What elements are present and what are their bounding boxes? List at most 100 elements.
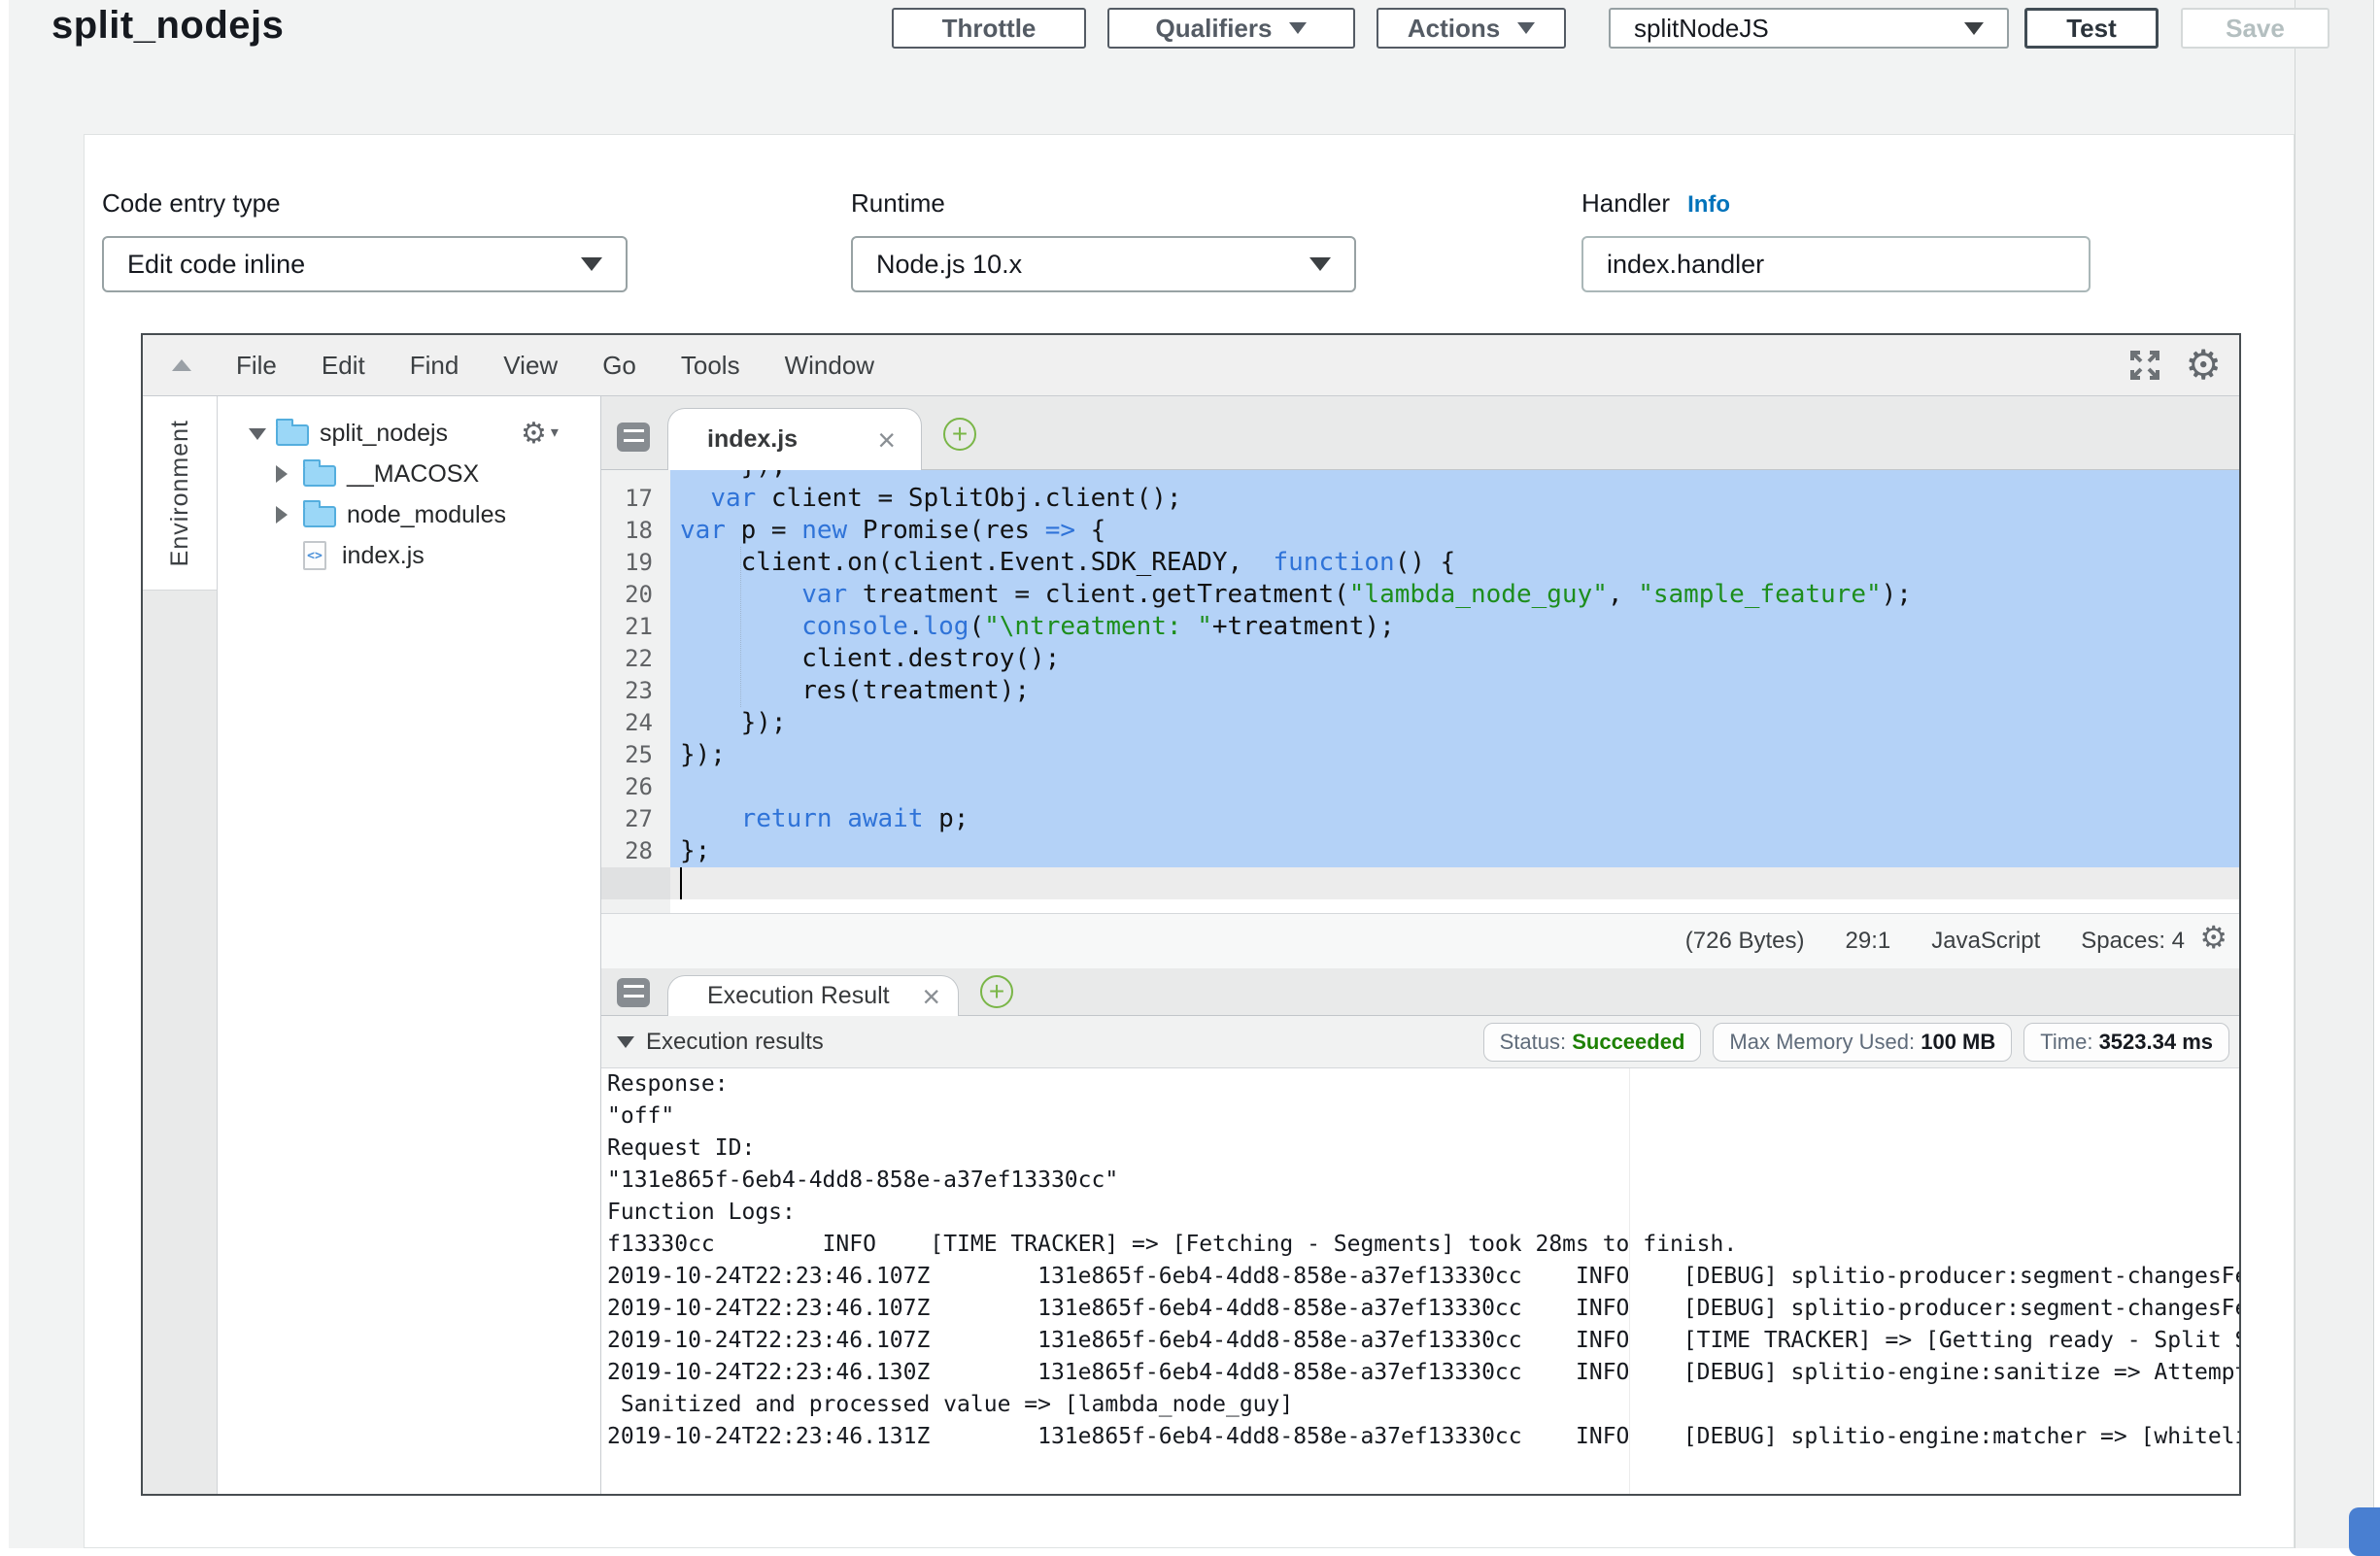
close-icon[interactable]: × xyxy=(877,424,896,456)
menu-item-find[interactable]: Find xyxy=(410,351,459,381)
editor-tab-bar: index.js × + xyxy=(601,396,2239,470)
test-event-selected-value: splitNodeJS xyxy=(1634,14,1769,44)
active-line-highlight xyxy=(670,867,2239,899)
tab-list-icon[interactable] xyxy=(617,978,650,1007)
log-line: Response: xyxy=(601,1068,2239,1100)
triangle-down-icon xyxy=(617,1036,634,1048)
execution-log-output: Response:"off"Request ID:"131e865f-6eb4-… xyxy=(601,1068,2239,1494)
menu-item-file[interactable]: File xyxy=(236,351,277,381)
js-file-icon: <> xyxy=(303,541,326,570)
chevron-down-icon xyxy=(1289,22,1307,34)
line-number: 20 xyxy=(625,579,653,611)
page-scrollbar[interactable] xyxy=(2295,0,2374,1548)
line-number: 23 xyxy=(625,675,653,707)
handler-input[interactable]: index.handler xyxy=(1581,236,2091,292)
menu-item-edit[interactable]: Edit xyxy=(322,351,365,381)
actions-dropdown-button[interactable]: Actions xyxy=(1377,8,1566,49)
caret-down-icon[interactable] xyxy=(249,428,266,440)
page-title: split_nodejs xyxy=(51,4,284,48)
tree-item-split-nodejs[interactable]: split_nodejs⚙▾ xyxy=(218,413,600,454)
code-entry-type-select[interactable]: Edit code inline xyxy=(102,236,628,292)
execution-results-toggle[interactable]: Execution results xyxy=(617,1029,824,1056)
log-line: 2019-10-24T22:23:46.130Z 131e865f-6eb4-4… xyxy=(601,1357,2239,1389)
editor-settings-gear-icon[interactable]: ⚙ xyxy=(2185,345,2222,386)
editor-main-pane: index.js × + 17181920212223242526272829 … xyxy=(601,396,2239,1494)
code-line: client.on(client.Event.SDK_READY, functi… xyxy=(680,547,1455,579)
qualifiers-dropdown-button[interactable]: Qualifiers xyxy=(1107,8,1355,49)
code-line: }); xyxy=(680,739,726,771)
log-line: 2019-10-24T22:23:46.107Z 131e865f-6eb4-4… xyxy=(601,1325,2239,1357)
line-number: 28 xyxy=(625,835,653,867)
new-tab-plus-icon[interactable]: + xyxy=(943,418,976,451)
close-icon[interactable]: × xyxy=(922,981,940,1012)
caret-right-icon[interactable] xyxy=(276,465,288,483)
menu-item-window[interactable]: Window xyxy=(785,351,874,381)
tab-execution-result[interactable]: Execution Result × xyxy=(667,975,959,1016)
status-settings-gear-icon[interactable]: ⚙ xyxy=(2199,922,2227,953)
menu-item-view[interactable]: View xyxy=(503,351,558,381)
print-margin-ruler xyxy=(1629,1068,1630,1494)
editor-status-bar: (726 Bytes) 29:1 JavaScript Spaces: 4 ⚙ xyxy=(601,913,2239,968)
menu-item-tools[interactable]: Tools xyxy=(681,351,740,381)
code-line: client.destroy(); xyxy=(680,643,1060,675)
execution-results-header: Execution results Status: Succeeded Max M… xyxy=(601,1016,2239,1068)
chat-widget[interactable] xyxy=(2349,1507,2380,1556)
code-line: var p = new Promise(res => { xyxy=(680,515,1105,547)
code-line: return await p; xyxy=(680,803,969,835)
code-entry-type-label: Code entry type xyxy=(102,188,281,219)
tab-index-js[interactable]: index.js × xyxy=(667,408,922,470)
log-line: 2019-10-24T22:23:46.107Z 131e865f-6eb4-4… xyxy=(601,1293,2239,1325)
save-button[interactable]: Save xyxy=(2181,8,2329,49)
line-number: 24 xyxy=(625,707,653,739)
indentation-setting[interactable]: Spaces: 4 xyxy=(2081,928,2185,955)
code-editor-area[interactable]: 17181920212223242526272829 }); var clien… xyxy=(601,470,2239,913)
language-mode[interactable]: JavaScript xyxy=(1931,928,2040,955)
handler-label: Handler Info xyxy=(1581,188,1730,219)
line-number: 27 xyxy=(625,803,653,835)
clipped-code-line: }); xyxy=(680,470,787,483)
status-badge: Status: Succeeded xyxy=(1483,1023,1702,1062)
tab-index-js-label: index.js xyxy=(707,425,798,454)
menu-item-go[interactable]: Go xyxy=(602,351,636,381)
tree-item-index-js[interactable]: <> index.js xyxy=(218,535,600,576)
tree-item-label: index.js xyxy=(342,542,425,570)
chevron-down-icon xyxy=(581,257,602,271)
folder-icon xyxy=(303,506,336,527)
test-button-label: Test xyxy=(2066,14,2117,44)
caret-right-icon[interactable] xyxy=(276,506,288,524)
status-badge: Max Memory Used: 100 MB xyxy=(1713,1023,2012,1062)
log-line: Sanitized and processed value => [lambda… xyxy=(601,1389,2239,1421)
folder-icon xyxy=(303,465,336,487)
execution-results-title: Execution results xyxy=(646,1029,824,1056)
code-entry-type-value: Edit code inline xyxy=(127,250,305,280)
tree-item--macosx[interactable]: __MACOSX xyxy=(218,454,600,494)
environment-tab[interactable]: Environment xyxy=(143,396,218,591)
line-number: 19 xyxy=(625,547,653,579)
line-number: 22 xyxy=(625,643,653,675)
test-button[interactable]: Test xyxy=(2024,8,2159,49)
tab-list-icon[interactable] xyxy=(617,423,650,452)
code-line: }; xyxy=(680,835,710,867)
test-event-select[interactable]: splitNodeJS xyxy=(1609,8,2009,49)
active-line-gutter xyxy=(601,867,670,899)
chevron-down-icon xyxy=(1964,22,1984,35)
runtime-select[interactable]: Node.js 10.x xyxy=(851,236,1356,292)
runtime-value: Node.js 10.x xyxy=(876,250,1022,280)
chevron-down-icon xyxy=(1517,22,1535,34)
throttle-button[interactable]: Throttle xyxy=(892,8,1086,49)
handler-info-link[interactable]: Info xyxy=(1687,191,1730,219)
log-line: "131e865f-6eb4-4dd8-858e-a37ef13330cc" xyxy=(601,1165,2239,1197)
status-badge: Time: 3523.34 ms xyxy=(2023,1023,2229,1062)
lambda-console-page: split_nodejs Throttle Qualifiers Actions… xyxy=(0,0,2380,1548)
editor-menu-bar: File Edit Find View Go Tools Window ⚙ xyxy=(143,335,2239,396)
fullscreen-icon[interactable] xyxy=(2126,347,2163,384)
new-tab-plus-icon[interactable]: + xyxy=(980,975,1013,1008)
collapse-editor-icon[interactable] xyxy=(172,359,191,371)
log-line: f13330cc INFO [TIME TRACKER] => [Fetchin… xyxy=(601,1229,2239,1261)
tree-item-node-modules[interactable]: node_modules xyxy=(218,494,600,535)
code-line: }); xyxy=(680,707,787,739)
chevron-down-icon xyxy=(1309,257,1331,271)
log-line: Request ID: xyxy=(601,1133,2239,1165)
tree-settings-gear-icon[interactable]: ⚙▾ xyxy=(521,417,559,451)
tree-item-label: __MACOSX xyxy=(347,460,479,489)
